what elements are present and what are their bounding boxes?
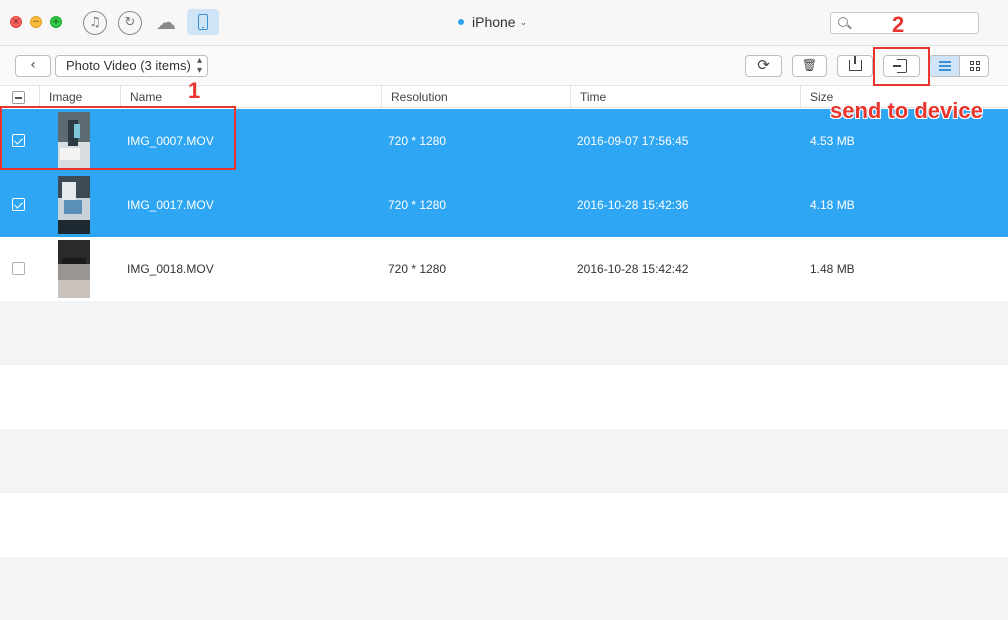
search-icon <box>838 17 848 27</box>
file-time: 2016-09-07 17:56:45 <box>577 134 689 148</box>
close-icon: × <box>12 17 20 27</box>
row-checkbox[interactable] <box>12 262 25 275</box>
toolbar: ‹ Photo Video (3 items) ▴ ▾ ⟳ 🗑 <box>0 46 1008 86</box>
chevron-left-icon: ‹ <box>30 57 36 73</box>
chevron-down-icon: ⌄ <box>519 17 528 27</box>
minimize-icon: − <box>32 17 40 27</box>
device-selector[interactable]: iPhone ⌄ <box>458 14 527 30</box>
maximize-icon: + <box>52 17 60 27</box>
refresh-button[interactable]: ⟳ <box>745 55 782 77</box>
trash-icon: 🗑 <box>801 58 818 72</box>
maximize-window-button[interactable]: + <box>50 16 62 28</box>
grid-view-icon-cell <box>976 67 980 71</box>
back-button[interactable]: ‹ <box>15 55 51 77</box>
close-window-button[interactable]: × <box>10 16 22 28</box>
restore-icon[interactable]: ↻ <box>118 11 142 35</box>
annotation-box-step1 <box>0 106 236 170</box>
refresh-icon: ⟳ <box>757 56 770 74</box>
category-label: Photo Video (3 items) <box>66 58 191 73</box>
file-size: 4.18 MB <box>810 198 855 212</box>
column-time[interactable]: Time <box>570 86 800 108</box>
video-thumbnail <box>58 176 90 234</box>
annotation-send-label: send to device <box>830 98 983 123</box>
empty-row <box>0 301 1008 365</box>
annotation-step1-number: 1 <box>188 78 201 103</box>
list-view-button[interactable] <box>930 56 960 76</box>
delete-button[interactable]: 🗑 <box>792 55 827 77</box>
device-name: iPhone <box>472 14 516 30</box>
file-name: IMG_0018.MOV <box>127 262 214 276</box>
itunes-music-icon[interactable]: ♫ <box>83 11 107 35</box>
list-view-icon <box>939 61 951 63</box>
icloud-icon[interactable]: ☁ <box>154 11 178 35</box>
file-resolution: 720 * 1280 <box>388 134 447 148</box>
export-icon <box>849 56 862 71</box>
column-image[interactable]: Image <box>39 86 120 108</box>
table-row[interactable]: IMG_0017.MOV 720 * 1280 2016-10-28 15:42… <box>0 173 1008 237</box>
file-time: 2016-10-28 15:42:36 <box>577 198 689 212</box>
list-view-icon-line <box>939 65 951 67</box>
select-all-column <box>0 86 39 108</box>
search-input[interactable] <box>830 12 979 34</box>
column-resolution[interactable]: Resolution <box>381 86 570 108</box>
grid-view-icon <box>970 61 974 65</box>
file-name: IMG_0017.MOV <box>127 198 214 212</box>
view-mode-toggle <box>929 55 989 77</box>
file-size: 1.48 MB <box>810 262 855 276</box>
empty-row <box>0 429 1008 493</box>
grid-view-button[interactable] <box>961 56 988 76</box>
row-checkbox[interactable] <box>12 198 25 211</box>
table-row[interactable]: IMG_0018.MOV 720 * 1280 2016-10-28 15:42… <box>0 237 1008 301</box>
file-resolution: 720 * 1280 <box>388 198 447 212</box>
file-resolution: 720 * 1280 <box>388 262 447 276</box>
device-icon <box>198 14 208 30</box>
annotation-box-step2 <box>873 47 930 86</box>
category-select[interactable]: Photo Video (3 items) ▴ ▾ <box>55 55 208 77</box>
list-view-icon-line <box>939 69 951 71</box>
grid-view-icon-cell <box>976 61 980 65</box>
file-time: 2016-10-28 15:42:42 <box>577 262 689 276</box>
annotation-step2-number: 2 <box>892 12 905 37</box>
empty-row <box>0 557 1008 620</box>
export-to-computer-button[interactable] <box>837 55 873 77</box>
minimize-window-button[interactable]: − <box>30 16 42 28</box>
video-thumbnail <box>58 240 90 298</box>
updown-arrows-icon: ▴ ▾ <box>196 55 202 76</box>
device-tab[interactable] <box>187 9 219 35</box>
column-name[interactable]: Name <box>120 86 381 108</box>
connected-dot-icon <box>458 19 464 25</box>
grid-view-icon-cell <box>970 67 974 71</box>
title-bar: × − + ♫ ↻ ☁ iPhone ⌄ <box>0 0 1008 46</box>
select-all-checkbox[interactable] <box>12 91 25 104</box>
